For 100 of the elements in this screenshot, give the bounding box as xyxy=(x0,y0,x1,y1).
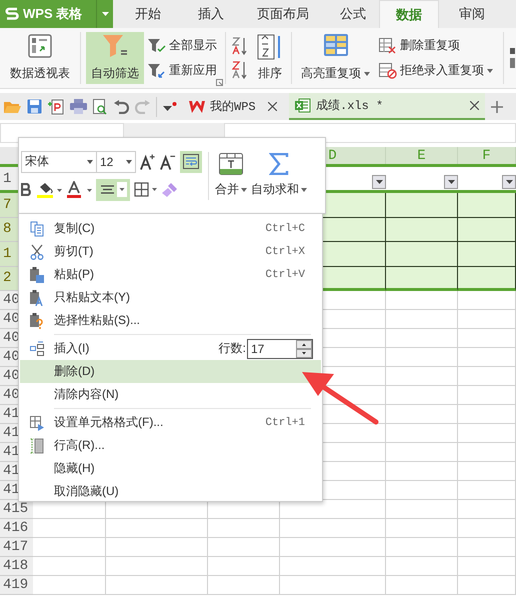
table-cell xyxy=(386,291,458,310)
table-cell xyxy=(458,386,516,405)
table-cell xyxy=(208,519,280,538)
caret-icon xyxy=(126,160,132,164)
table-cell xyxy=(386,462,458,481)
show-all-button[interactable]: 全部显示 xyxy=(148,37,217,54)
sort-descending-icon[interactable] xyxy=(232,60,248,80)
ribbon-tab[interactable]: 数据 xyxy=(379,0,439,28)
borders-icon[interactable] xyxy=(134,182,158,197)
caret-icon xyxy=(448,180,454,184)
table-cell xyxy=(458,266,516,291)
pivot-table-icon xyxy=(28,34,52,58)
ribbon-tab[interactable]: 公式 xyxy=(327,0,379,28)
ribbon-tab[interactable]: 审阅 xyxy=(439,0,505,28)
pivot-table-button[interactable]: 数据透视表 xyxy=(7,32,73,84)
grow-font-icon[interactable] xyxy=(140,152,156,170)
app-menu-dropdown[interactable] xyxy=(96,0,113,28)
table-cell xyxy=(208,538,280,557)
row-count-field[interactable]: 17 xyxy=(247,338,313,358)
table-cell xyxy=(386,500,458,519)
table-cell xyxy=(386,443,458,462)
row-number[interactable]: 416 xyxy=(0,519,33,538)
table-highlight-icon xyxy=(324,34,348,56)
auto-filter-button[interactable]: 自动筛选 xyxy=(86,32,144,84)
table-cell xyxy=(386,348,458,367)
spreadsheet-file-icon xyxy=(295,98,311,113)
table-cell xyxy=(386,266,458,291)
app-name: WPS 表格 xyxy=(23,5,82,23)
scissors-icon xyxy=(30,244,44,260)
filter-dropdown-button[interactable] xyxy=(444,175,458,189)
filter-dropdown-button[interactable] xyxy=(502,175,516,189)
table-cell xyxy=(386,386,458,405)
table-cell xyxy=(386,557,458,576)
sort-button[interactable]: 排序 xyxy=(254,32,286,84)
paste-text-icon xyxy=(30,290,44,306)
undo-icon[interactable] xyxy=(114,100,129,114)
table-cell xyxy=(458,291,516,310)
formula-field[interactable] xyxy=(224,123,516,143)
shrink-font-icon[interactable] xyxy=(160,152,176,170)
reject-duplicates-button[interactable]: 拒绝录入重复项 xyxy=(379,62,493,79)
filter-dropdown-button[interactable] xyxy=(372,175,386,189)
dropdown-alert-icon[interactable] xyxy=(163,102,177,112)
sort-icon xyxy=(257,34,283,60)
table-cell xyxy=(458,218,516,242)
table-cell xyxy=(458,367,516,386)
caret-icon xyxy=(364,72,370,76)
document-tab[interactable]: 我的WPS xyxy=(183,93,283,120)
dialog-launcher-icon[interactable] xyxy=(216,79,223,86)
table-cell xyxy=(458,481,516,500)
font-select[interactable]: 宋体 xyxy=(21,150,97,172)
spinner-icon[interactable] xyxy=(296,340,312,358)
highlight-duplicates-button[interactable]: 高亮重复项 xyxy=(298,32,373,84)
remove-duplicates-button[interactable]: 删除重复项 xyxy=(379,37,493,54)
reapply-button[interactable]: 重新应用 xyxy=(148,62,217,79)
row-number[interactable]: 415 xyxy=(0,500,33,519)
wrap-text-button[interactable] xyxy=(180,150,202,172)
print-preview-icon[interactable] xyxy=(93,98,108,114)
table-cell xyxy=(458,500,516,519)
ribbon-tab[interactable]: 页面布局 xyxy=(239,0,327,28)
row-number[interactable]: 417 xyxy=(0,538,33,557)
caret-icon xyxy=(487,68,493,72)
font-size-select[interactable]: 12 xyxy=(96,150,136,172)
caret-icon xyxy=(87,160,93,164)
ribbon-tab[interactable]: 插入 xyxy=(183,0,239,28)
row-number[interactable]: 419 xyxy=(0,576,33,595)
paste-question-icon xyxy=(30,312,44,328)
table-cell xyxy=(458,405,516,424)
bold-icon[interactable] xyxy=(21,183,32,196)
funnel-check-icon xyxy=(148,38,166,54)
table-cell xyxy=(386,538,458,557)
center-align-button[interactable] xyxy=(96,178,130,200)
merge-button[interactable]: 合并 xyxy=(213,153,249,198)
table-cell xyxy=(458,329,516,348)
printer-icon[interactable] xyxy=(70,99,87,114)
table-cell xyxy=(458,348,516,367)
table-cell xyxy=(386,405,458,424)
w-logo-icon xyxy=(189,100,205,112)
table-block-icon xyxy=(379,62,397,78)
column-icon[interactable] xyxy=(510,46,515,70)
fill-color-icon[interactable] xyxy=(36,181,62,198)
caret-icon xyxy=(376,180,382,184)
export-document-icon[interactable] xyxy=(48,98,64,114)
caret-icon xyxy=(241,188,247,192)
table-cell xyxy=(458,557,516,576)
font-color-icon[interactable] xyxy=(66,181,92,198)
document-tab[interactable]: 成绩.xls * xyxy=(289,93,485,120)
ribbon-tab[interactable]: 开始 xyxy=(113,0,183,28)
close-icon[interactable] xyxy=(470,101,479,110)
table-cell xyxy=(458,242,516,266)
row-number[interactable]: 418 xyxy=(0,557,33,576)
table-cell xyxy=(458,576,516,595)
sort-ascending-icon[interactable] xyxy=(232,36,248,56)
close-icon[interactable] xyxy=(268,102,277,111)
insert-rows-icon xyxy=(30,340,44,356)
table-cell xyxy=(458,424,516,443)
menu-item[interactable]: 删除(D) xyxy=(20,360,321,383)
add-tab-icon[interactable] xyxy=(491,100,503,112)
table-cell xyxy=(458,193,516,218)
save-icon[interactable] xyxy=(27,99,42,114)
table-cell xyxy=(458,519,516,538)
